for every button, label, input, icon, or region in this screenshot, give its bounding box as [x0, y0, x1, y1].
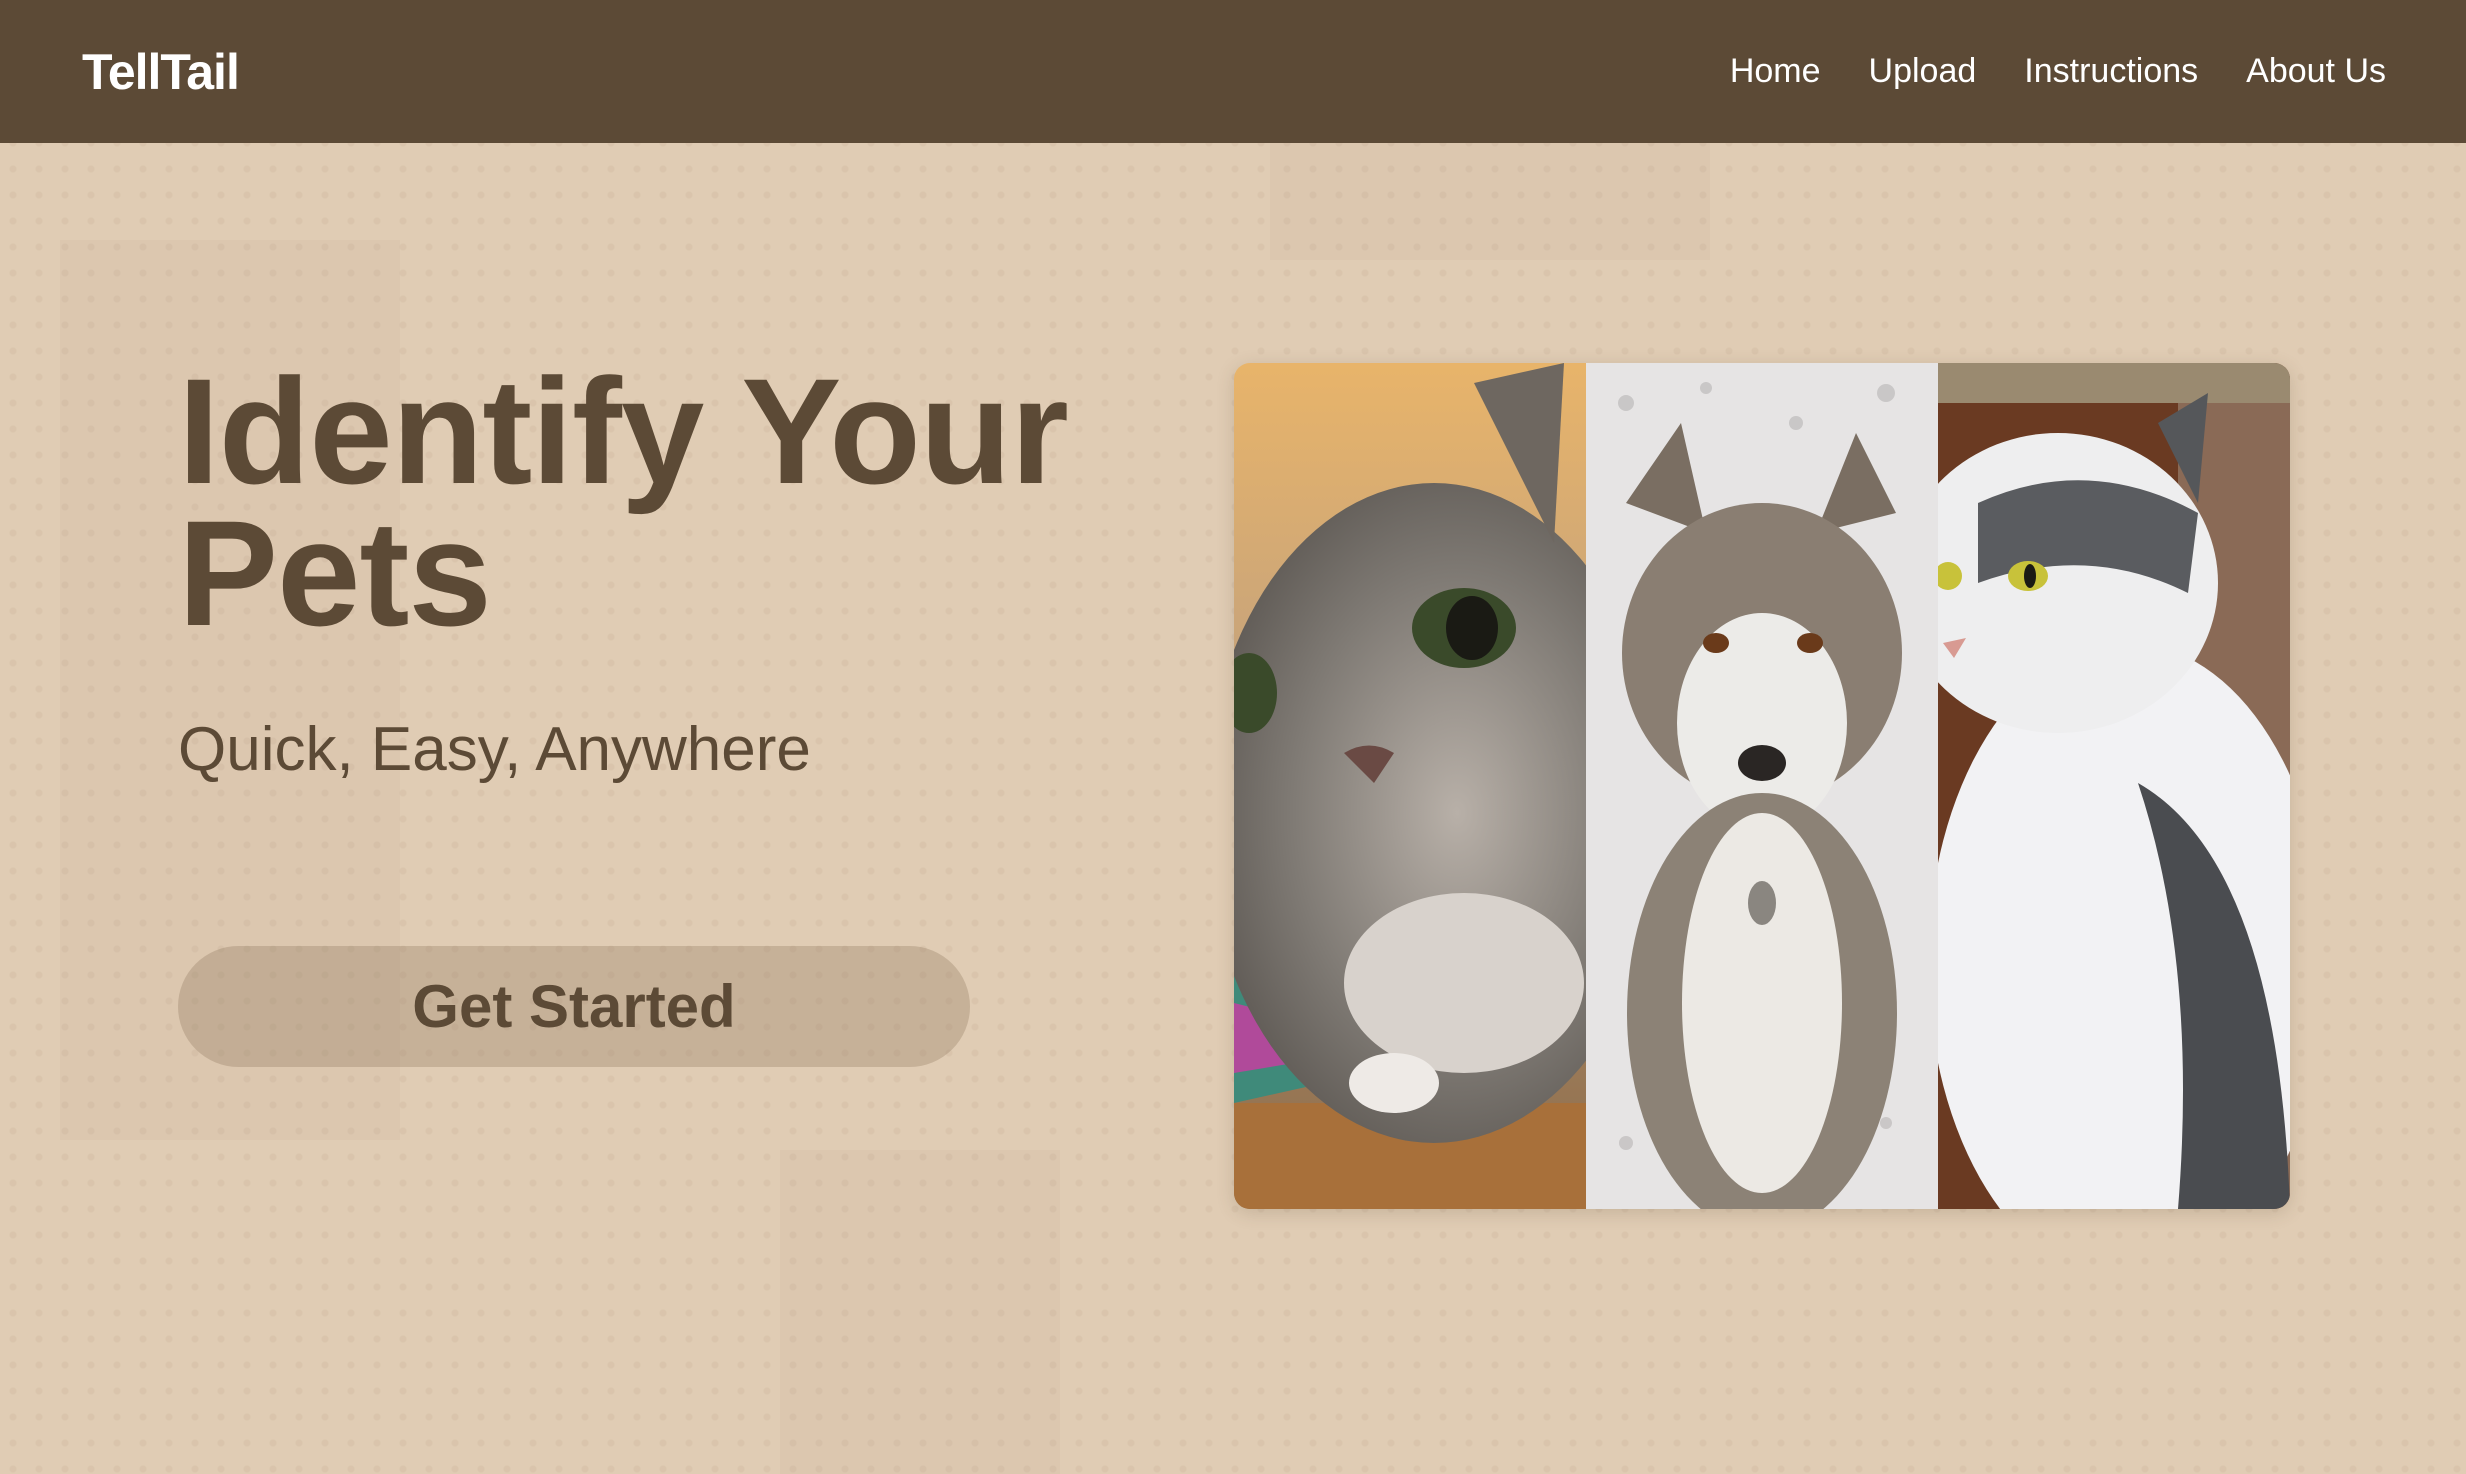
cat-photo-white-gray [1938, 363, 2290, 1209]
dog-photo-husky [1586, 363, 1938, 1209]
top-navbar: TellTail Home Upload Instructions About … [0, 0, 2466, 143]
hero-title-line2: Pets [178, 489, 492, 657]
background-decoration [780, 1150, 1060, 1474]
nav-link-about-us[interactable]: About Us [2246, 52, 2386, 91]
site-logo[interactable]: TellTail [82, 43, 240, 101]
get-started-button[interactable]: Get Started [178, 946, 970, 1067]
hero-title: Identify Your Pets [178, 356, 1138, 648]
hero-subtitle: Quick, Easy, Anywhere [178, 715, 811, 784]
hero-section: Identify Your Pets Quick, Easy, Anywhere [178, 356, 1138, 785]
nav-link-home[interactable]: Home [1730, 52, 1821, 91]
cat-photo-tabby [1234, 363, 1586, 1209]
pet-photo-gallery [1234, 363, 2290, 1209]
nav-link-upload[interactable]: Upload [1869, 52, 1977, 91]
nav-link-instructions[interactable]: Instructions [2024, 52, 2198, 91]
nav-links: Home Upload Instructions About Us [1730, 52, 2386, 91]
